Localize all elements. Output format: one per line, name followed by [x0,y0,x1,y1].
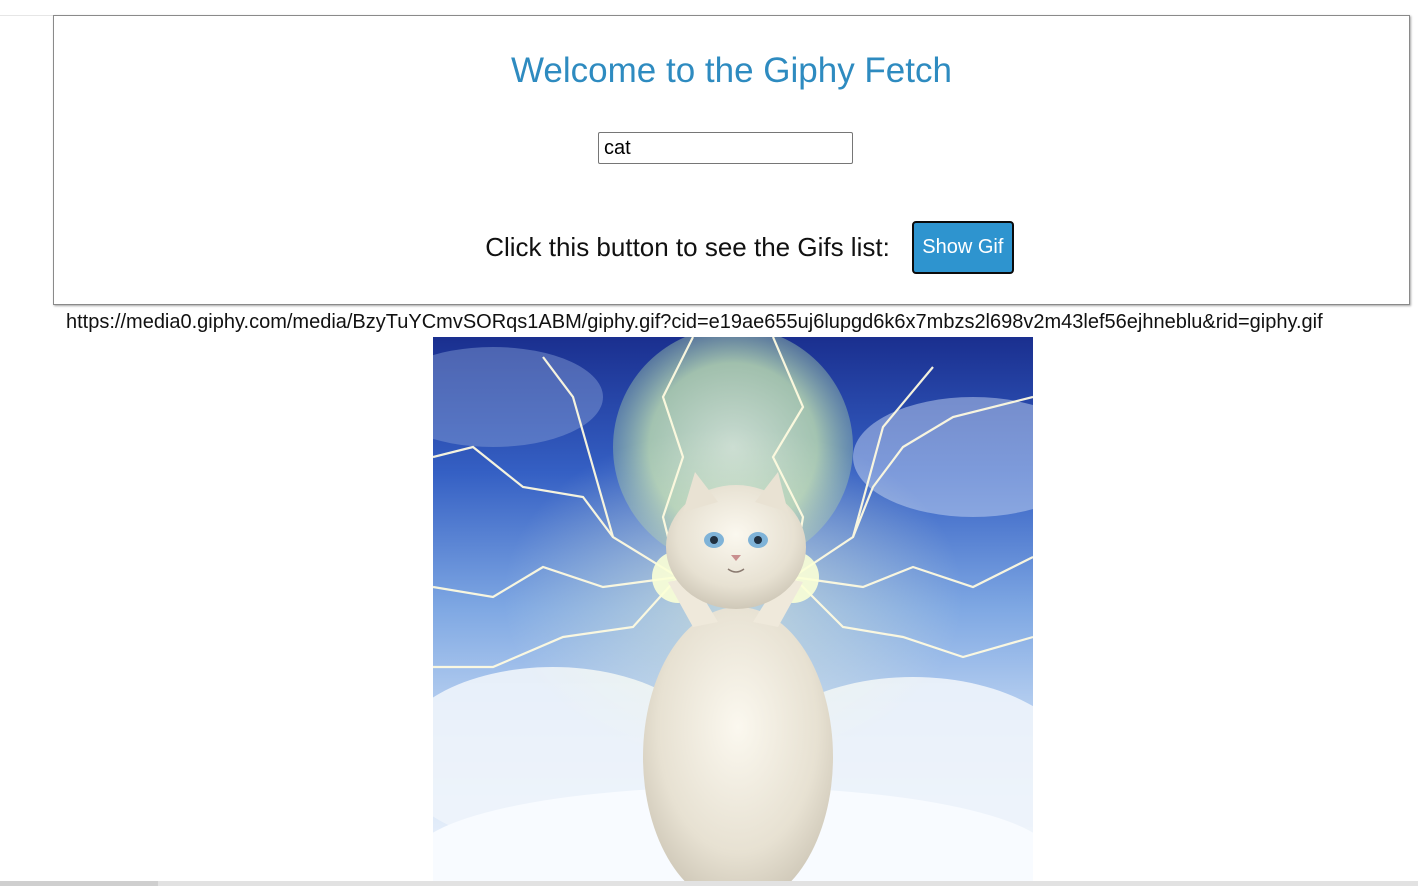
page-top-edge [0,0,55,16]
scrollbar-thumb[interactable] [0,881,158,886]
gif-url-text: https://media0.giphy.com/media/BzyTuYCmv… [66,311,1323,333]
cat-gif-image [433,337,1033,881]
search-input[interactable] [598,132,853,164]
prompt-text: Click this button to see the Gifs list: [485,231,890,262]
horizontal-scrollbar[interactable] [0,881,1418,886]
page-title: Welcome to the Giphy Fetch [511,51,952,90]
show-gif-button[interactable]: Show Gif [911,220,1014,274]
prompt-row: Click this button to see the Gifs list: … [54,220,1409,274]
search-card: Welcome to the Giphy Fetch Click this bu… [53,15,1410,305]
